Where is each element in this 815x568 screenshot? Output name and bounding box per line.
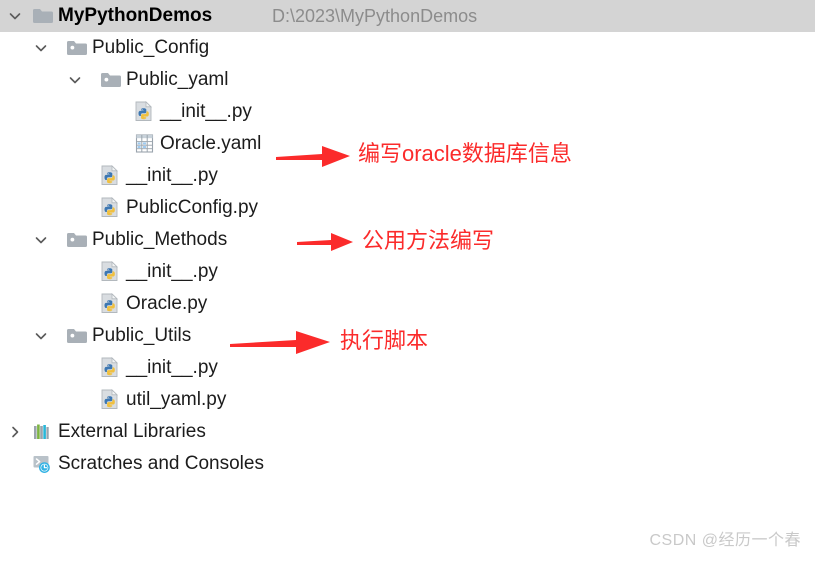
chevron-down-icon[interactable]	[32, 231, 50, 249]
folder-module-icon	[98, 67, 124, 93]
tree-row-public-methods-init[interactable]: __init__.py	[0, 256, 815, 288]
tree-row-scratches-and-consoles[interactable]: Scratches and Consoles	[0, 448, 815, 480]
tree-label-scratches-and-consoles: Scratches and Consoles	[58, 453, 264, 474]
python-file-icon	[98, 195, 124, 221]
arrow-right-icon	[276, 142, 352, 170]
tree-label-public-utils: Public_Utils	[92, 325, 192, 346]
chevron-down-icon[interactable]	[32, 39, 50, 57]
chevron-down-icon[interactable]	[6, 7, 24, 25]
python-file-icon	[98, 291, 124, 317]
anno-oracle-py: 执行脚本	[340, 328, 429, 353]
tree-path-root-mypythondemos: D:\2023\MyPythonDemos	[272, 6, 478, 26]
anno-oracle-yaml: 编写oracle数据库信息	[358, 141, 572, 166]
project-tree[interactable]: MyPythonDemos D:\2023\MyPythonDemos Public…	[0, 0, 815, 568]
tree-label-public-config-init: __init__.py	[126, 165, 218, 186]
tree-label-public-utils-init: __init__.py	[126, 357, 218, 378]
tree-label-public-yaml: Public_yaml	[126, 69, 229, 90]
tree-label-util-yaml-py: util_yaml.py	[126, 389, 227, 410]
tree-row-public-yaml[interactable]: Public_yaml	[0, 64, 815, 96]
folder-plain-icon	[30, 3, 56, 29]
chevron-down-icon[interactable]	[66, 71, 84, 89]
csdn-watermark: CSDN @经历一个春	[649, 532, 801, 549]
folder-module-icon	[64, 323, 90, 349]
tree-label-oracle-yaml: Oracle.yaml	[160, 133, 262, 154]
tree-row-external-libraries[interactable]: External Libraries	[0, 416, 815, 448]
arrow-right-icon	[230, 328, 332, 356]
tree-row-oracle-py[interactable]: Oracle.py	[0, 288, 815, 320]
folder-module-icon	[64, 35, 90, 61]
tree-label-publicconfig-py: PublicConfig.py	[126, 197, 259, 218]
tree-label-public-yaml-init: __init__.py	[160, 101, 252, 122]
python-file-icon	[132, 99, 158, 125]
tree-row-public-utils-init[interactable]: __init__.py	[0, 352, 815, 384]
chevron-down-icon[interactable]	[32, 327, 50, 345]
folder-module-icon	[64, 227, 90, 253]
tree-row-public-config[interactable]: Public_Config	[0, 32, 815, 64]
tree-row-publicconfig-py[interactable]: PublicConfig.py	[0, 192, 815, 224]
tree-row-util-yaml-py[interactable]: util_yaml.py	[0, 384, 815, 416]
tree-row-public-yaml-init[interactable]: __init__.py	[0, 96, 815, 128]
python-file-icon	[98, 259, 124, 285]
tree-label-oracle-py: Oracle.py	[126, 293, 208, 314]
tree-label-external-libraries: External Libraries	[58, 421, 206, 442]
tree-label-public-config: Public_Config	[92, 37, 210, 58]
chevron-right-icon[interactable]	[6, 423, 24, 441]
yaml-file-icon	[132, 131, 158, 157]
arrow-right-icon	[297, 230, 355, 254]
scratches-icon	[30, 451, 56, 477]
tree-label-public-methods-init: __init__.py	[126, 261, 218, 282]
tree-label-public-methods: Public_Methods	[92, 229, 228, 250]
tree-row-root-mypythondemos[interactable]: MyPythonDemos D:\2023\MyPythonDemos	[0, 0, 815, 32]
tree-label-root-mypythondemos: MyPythonDemos	[58, 5, 213, 26]
anno-publicconfig: 公用方法编写	[362, 228, 495, 253]
python-file-icon	[98, 355, 124, 381]
books-icon	[30, 419, 56, 445]
python-file-icon	[98, 387, 124, 413]
python-file-icon	[98, 163, 124, 189]
